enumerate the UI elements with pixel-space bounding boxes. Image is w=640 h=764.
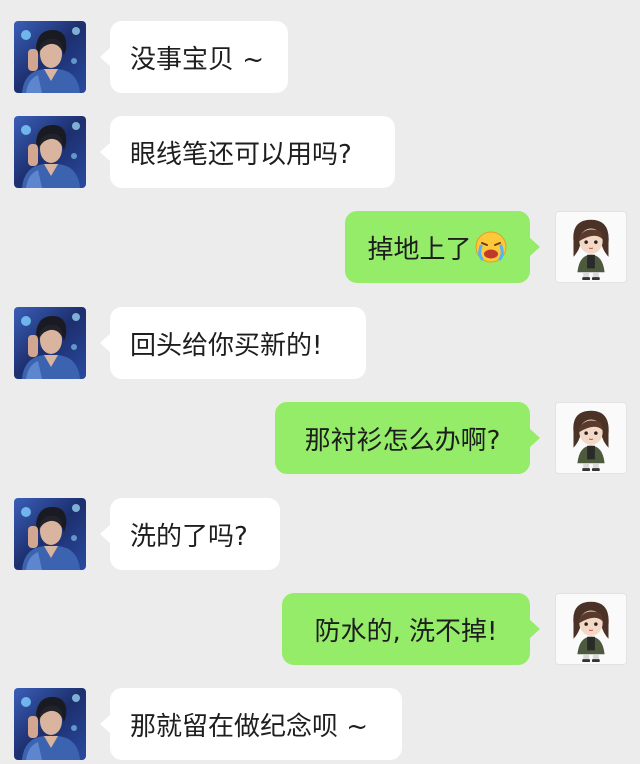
incoming-message-bubble[interactable]: 眼线笔还可以用吗? <box>100 116 395 188</box>
male-photo-avatar[interactable] <box>14 688 86 760</box>
incoming-message-bubble[interactable]: 没事宝贝 ~ <box>100 21 288 93</box>
message-text: 眼线笔还可以用吗? <box>130 139 352 170</box>
male-photo-avatar[interactable] <box>14 21 86 93</box>
message-row-incoming: 回头给你买新的! <box>0 307 640 383</box>
incoming-message-bubble[interactable]: 那就留在做纪念呗 ~ <box>100 688 402 760</box>
outgoing-message-bubble[interactable]: 防水的, 洗不掉! <box>282 593 540 665</box>
message-row-incoming: 洗的了吗? <box>0 498 640 574</box>
crying-face-emoji-icon <box>474 230 508 264</box>
message-text: 防水的, 洗不掉! <box>314 616 498 647</box>
message-text: 洗的了吗? <box>130 521 248 552</box>
male-photo-avatar[interactable] <box>14 498 86 570</box>
cartoon-girl-avatar[interactable] <box>555 211 627 283</box>
message-text: 那就留在做纪念呗 ~ <box>130 711 369 742</box>
message-text: 回头给你买新的! <box>130 330 323 361</box>
message-row-incoming: 没事宝贝 ~ <box>0 21 640 97</box>
message-row-outgoing: 掉地上了 <box>0 211 640 287</box>
outgoing-message-bubble[interactable]: 那衬衫怎么办啊? <box>275 402 540 474</box>
message-text: 掉地上了 <box>367 234 472 265</box>
incoming-message-bubble[interactable]: 回头给你买新的! <box>100 307 366 379</box>
message-row-incoming: 眼线笔还可以用吗? <box>0 116 640 192</box>
message-row-outgoing: 那衬衫怎么办啊? <box>0 402 640 478</box>
outgoing-message-bubble[interactable]: 掉地上了 <box>345 211 540 283</box>
male-photo-avatar[interactable] <box>14 307 86 379</box>
cartoon-girl-avatar[interactable] <box>555 402 627 474</box>
incoming-message-bubble[interactable]: 洗的了吗? <box>100 498 280 570</box>
cartoon-girl-avatar[interactable] <box>555 593 627 665</box>
message-row-outgoing: 防水的, 洗不掉! <box>0 593 640 669</box>
message-text: 那衬衫怎么办啊? <box>304 425 501 456</box>
message-text: 没事宝贝 ~ <box>130 44 265 75</box>
male-photo-avatar[interactable] <box>14 116 86 188</box>
message-row-incoming: 那就留在做纪念呗 ~ <box>0 688 640 764</box>
